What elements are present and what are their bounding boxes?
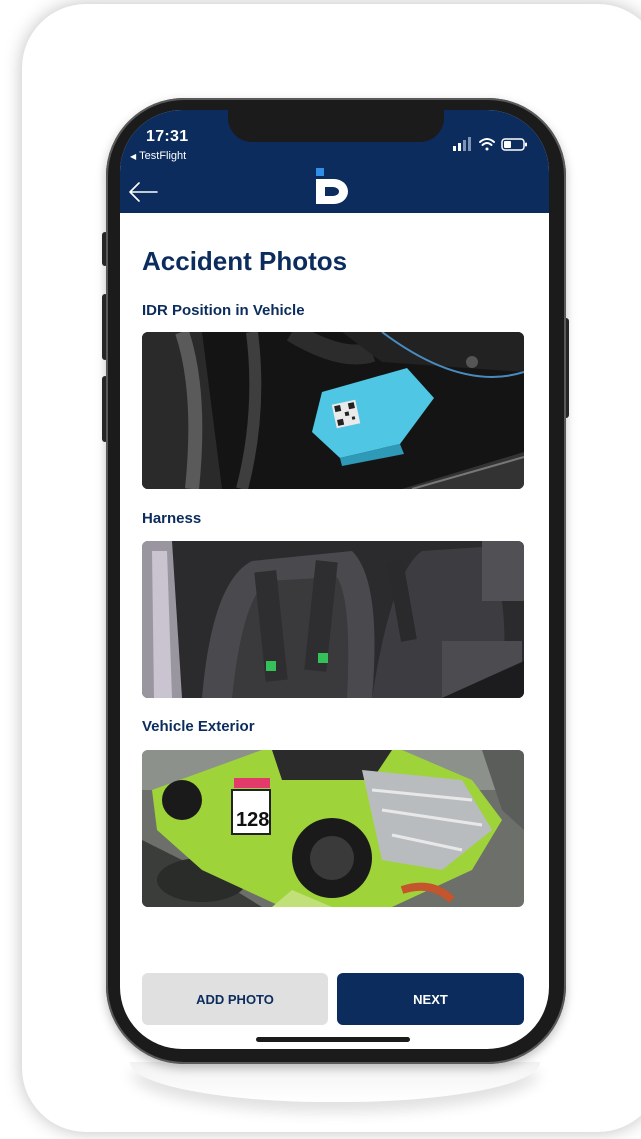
idr-device-photo[interactable] [142,332,524,489]
app-header: 17:31 ◀ TestFlight [120,110,549,213]
battery-icon [501,138,527,151]
add-photo-button[interactable]: ADD PHOTO [142,973,328,1025]
phone-screen: 17:31 ◀ TestFlight Accident Photos IDR P… [120,110,549,1049]
status-icons [453,137,527,151]
back-to-app-link[interactable]: ◀ TestFlight [130,150,186,162]
page-title: Accident Photos [142,246,348,276]
status-time: 17:31 [146,128,189,145]
section-label-idr-position: IDR Position in Vehicle [142,302,305,319]
next-button[interactable]: NEXT [337,973,524,1025]
back-arrow-icon[interactable] [128,182,158,202]
home-indicator[interactable] [256,1037,410,1042]
harness-seat-photo[interactable] [142,541,524,698]
section-label-harness: Harness [142,510,202,527]
back-triangle-icon: ◀ [130,152,137,161]
phone-notch [228,110,444,142]
wifi-icon [479,138,495,151]
svg-text:128: 128 [236,809,269,831]
id-logo-icon [316,168,348,204]
damaged-race-car-photo[interactable]: 128 [142,750,524,907]
back-app-label: TestFlight [139,150,187,162]
section-label-vehicle-exterior: Vehicle Exterior [142,718,255,735]
signal-icon [453,137,471,151]
